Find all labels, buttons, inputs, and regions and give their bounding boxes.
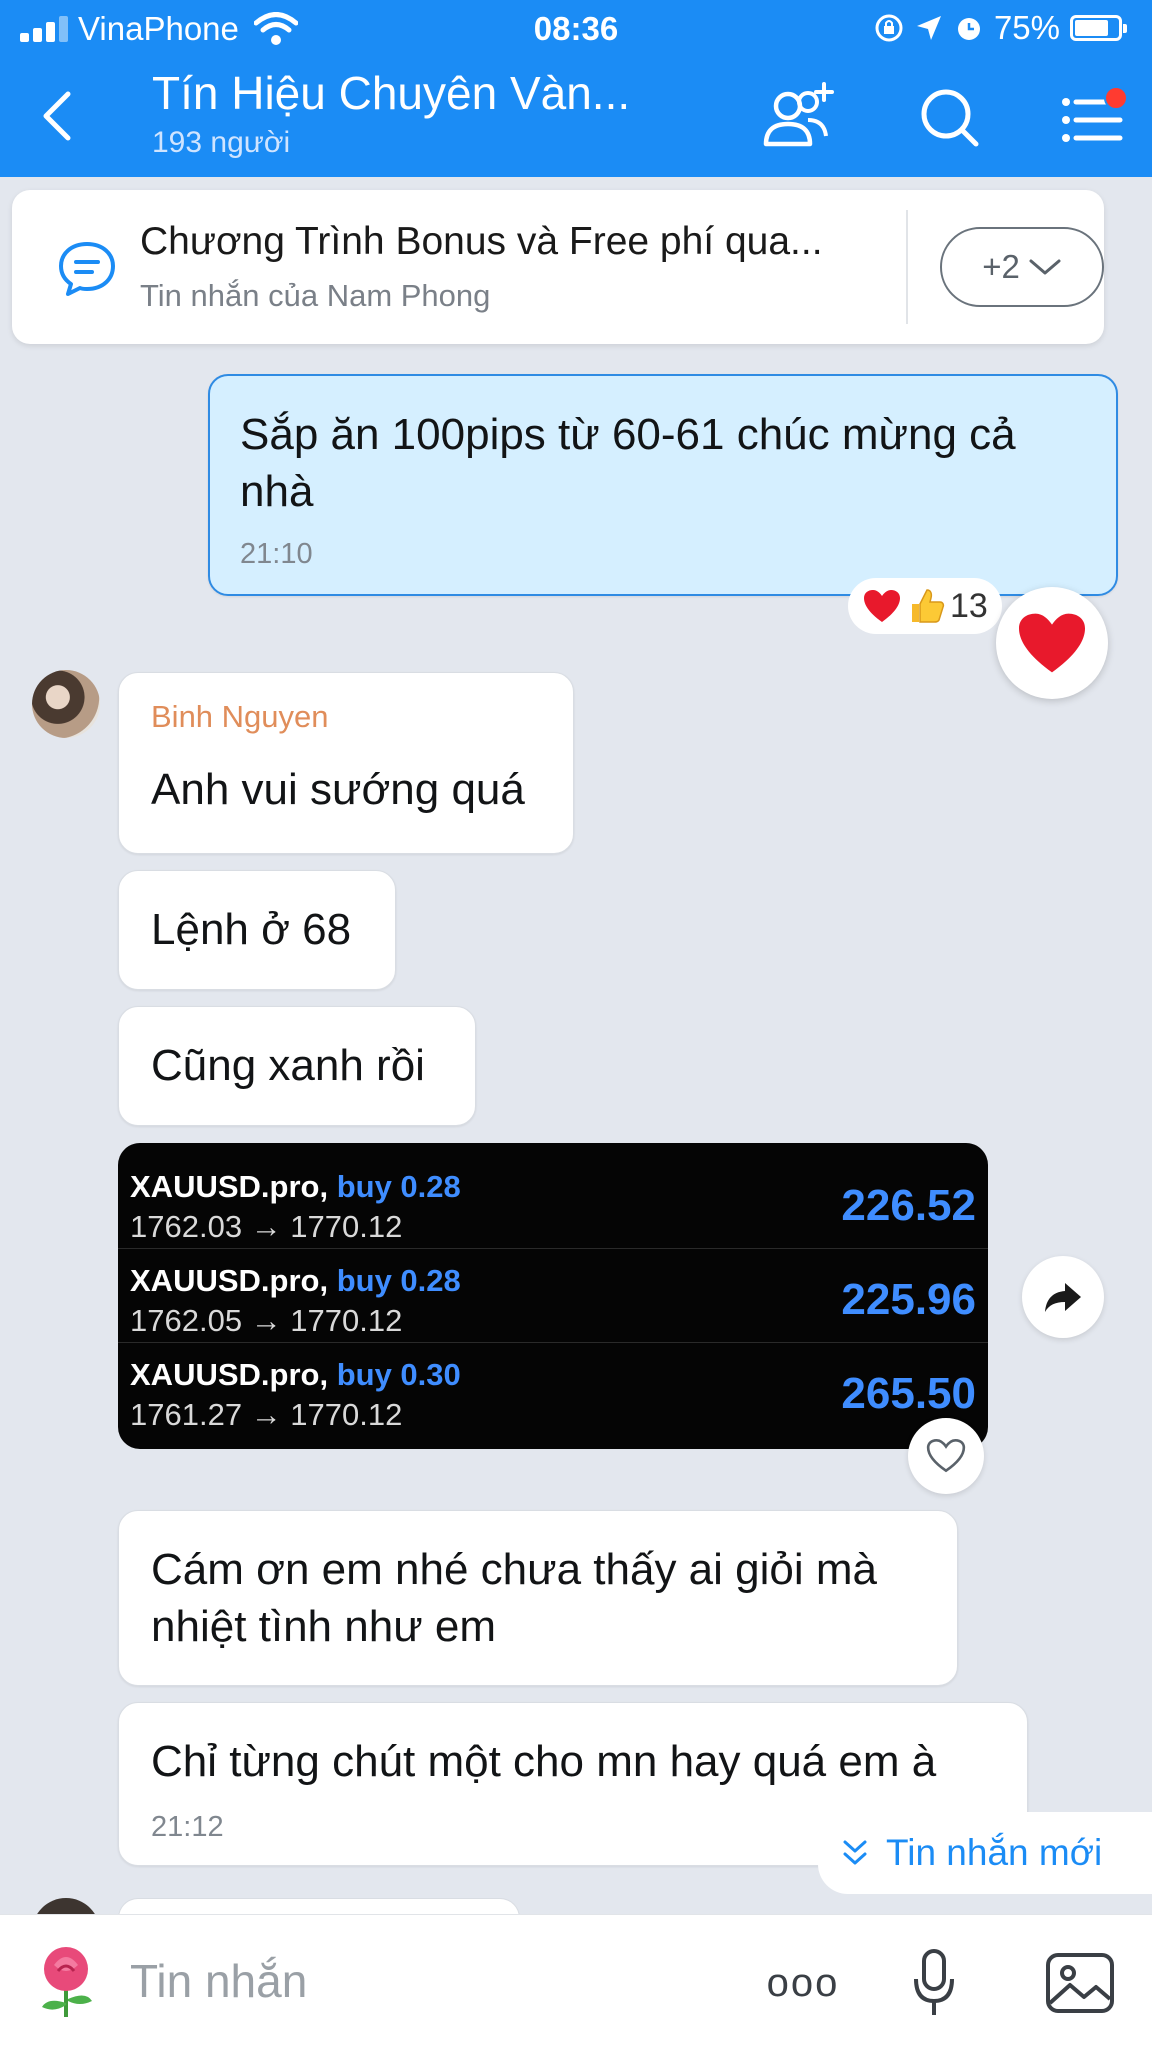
add-user-icon (763, 82, 834, 147)
sender-name[interactable]: Binh Nguyen (151, 699, 329, 735)
trade-row: XAUUSD.pro, buy 0.28 1762.03 → 1770.12 2… (118, 1155, 988, 1249)
trade-profit: 225.96 (841, 1275, 976, 1324)
trade-side: buy 0.28 (336, 1169, 461, 1204)
reaction-summary[interactable]: 13 (848, 578, 1002, 634)
message-text: Anh vui sướng quá (151, 765, 525, 814)
react-button[interactable] (996, 587, 1108, 699)
sticker-rose-icon[interactable] (28, 1941, 104, 2021)
chat-bubble-icon (59, 242, 115, 296)
trade-symbol-line: XAUUSD.pro, buy 0.28 (130, 1263, 461, 1299)
trade-row: XAUUSD.pro, buy 0.30 1761.27 → 1770.12 2… (118, 1343, 988, 1437)
incoming-message[interactable]: Binh Nguyen Anh vui sướng quá (118, 672, 574, 854)
message-time: 21:12 (151, 1811, 224, 1843)
member-count[interactable]: 193 người (152, 126, 290, 160)
trade-profit: 226.52 (841, 1181, 976, 1230)
thumbs-up-icon (912, 589, 945, 623)
trade-profit: 265.50 (841, 1369, 976, 1418)
message-text: Sắp ăn 100pips từ 60-61 chúc mừng cả nhà (240, 410, 1016, 516)
battery-percent: 75% (993, 9, 1060, 46)
status-bar: VinaPhone 08:36 75% (0, 0, 1152, 56)
avatar[interactable] (32, 670, 100, 738)
pinned-more-label: +2 (982, 248, 1020, 285)
chat-header: VinaPhone 08:36 75% Tín Hiệu Chuyên Vàn.… (0, 0, 1152, 177)
notification-dot (1104, 86, 1128, 110)
search-button[interactable] (910, 80, 990, 156)
incoming-message[interactable]: Cám ơn em nhé chưa thấy ai giỏi mà nhiệt… (118, 1510, 958, 1686)
incoming-message[interactable]: Lệnh ở 68 (118, 870, 396, 990)
rotation-lock-icon (875, 14, 903, 42)
alarm-icon (957, 18, 980, 40)
incoming-message[interactable]: Cũng xanh rồi (118, 1006, 476, 1126)
menu-button[interactable] (1054, 80, 1134, 156)
share-arrow-icon (1045, 1283, 1081, 1312)
trade-screenshot-image[interactable]: XAUUSD.pro, buy 0.28 1762.03 → 1770.12 2… (118, 1143, 988, 1449)
own-message[interactable]: Sắp ăn 100pips từ 60-61 chúc mừng cả nhà… (208, 374, 1118, 596)
trade-symbol: XAUUSD.pro, (130, 1263, 329, 1298)
trade-prices: 1762.03 → 1770.12 (130, 1209, 403, 1244)
like-button[interactable] (908, 1418, 984, 1494)
location-icon (916, 16, 941, 40)
chevron-down-icon (1029, 259, 1061, 275)
nav-bar: Tín Hiệu Chuyên Vàn... 193 người (0, 56, 1152, 177)
trade-symbol-line: XAUUSD.pro, buy 0.28 (130, 1169, 461, 1205)
new-messages-button[interactable]: Tin nhắn mới (818, 1812, 1152, 1894)
battery-icon (1070, 15, 1127, 41)
status-right-group: 75% (874, 9, 1127, 46)
heart-icon (864, 590, 900, 622)
message-text: Lệnh ở 68 (151, 905, 352, 954)
image-icon (1046, 1953, 1114, 2013)
more-options-label: ooo (766, 1960, 840, 2005)
pinned-subtitle: Tin nhắn của Nam Phong (140, 278, 491, 313)
trade-symbol: XAUUSD.pro, (130, 1357, 329, 1392)
message-text: Cám ơn em nhé chưa thấy ai giỏi mà nhiệt… (151, 1545, 877, 1651)
back-button[interactable] (30, 86, 90, 146)
add-member-button[interactable] (758, 80, 838, 156)
pinned-title: Chương Trình Bonus và Free phí qua... (140, 220, 823, 263)
trade-prices: 1762.05 → 1770.12 (130, 1303, 403, 1338)
trade-side: buy 0.30 (336, 1357, 461, 1392)
message-text: Chỉ từng chút một cho mn hay quá em à (151, 1737, 937, 1786)
more-options-button[interactable]: ooo (760, 1947, 846, 2019)
message-text: Cũng xanh rồi (151, 1041, 425, 1090)
new-messages-label: Tin nhắn mới (886, 1832, 1103, 1873)
message-time: 21:10 (240, 538, 313, 570)
pinned-message-bar[interactable]: Chương Trình Bonus và Free phí qua... Ti… (12, 190, 1104, 344)
heart-icon (1019, 613, 1085, 673)
double-chevron-down-icon (843, 1840, 867, 1865)
heart-outline-icon (926, 1438, 966, 1473)
share-button[interactable] (1022, 1256, 1104, 1338)
message-input[interactable] (130, 1949, 710, 2013)
photo-button[interactable] (1042, 1947, 1118, 2019)
divider (906, 210, 908, 324)
search-icon (921, 89, 979, 147)
microphone-icon (914, 1949, 954, 2015)
message-input-bar: ooo (0, 1914, 1152, 2048)
pinned-expand-button[interactable]: +2 (940, 227, 1104, 307)
trade-row: XAUUSD.pro, buy 0.28 1762.05 → 1770.12 2… (118, 1249, 988, 1343)
trade-side: buy 0.28 (336, 1263, 461, 1298)
trade-symbol-line: XAUUSD.pro, buy 0.30 (130, 1357, 461, 1393)
trade-prices: 1761.27 → 1770.12 (130, 1397, 403, 1432)
chat-title[interactable]: Tín Hiệu Chuyên Vàn... (152, 66, 630, 120)
reaction-count: 13 (950, 586, 988, 625)
voice-button[interactable] (904, 1947, 964, 2019)
trade-symbol: XAUUSD.pro, (130, 1169, 329, 1204)
